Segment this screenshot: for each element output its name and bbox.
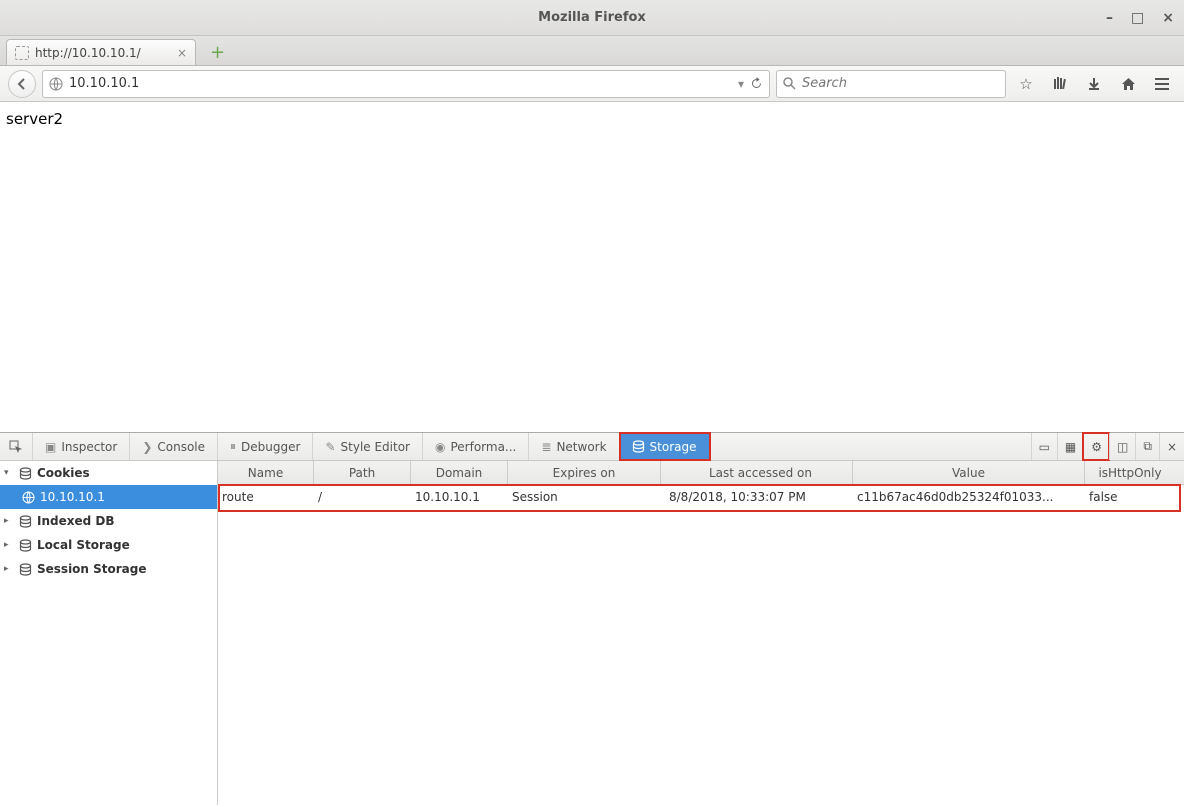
- col-last[interactable]: Last accessed on: [661, 461, 853, 484]
- tree-indexed-db[interactable]: ▸ Indexed DB: [0, 509, 217, 533]
- responsive-icon: ▭: [1039, 440, 1050, 454]
- library-button[interactable]: [1046, 70, 1074, 98]
- back-button[interactable]: [8, 70, 36, 98]
- devtools-tabs: ▣Inspector ❯Console ⏸Debugger ✎Style Edi…: [0, 433, 1184, 461]
- performance-icon: ◉: [435, 440, 445, 454]
- col-http[interactable]: isHttpOnly: [1085, 461, 1175, 484]
- dock-icon: ◫: [1117, 440, 1128, 454]
- cell-value: c11b67ac46d0db25324f01033...: [853, 485, 1085, 508]
- devtools-right-buttons: ▭ ▦ ⚙ ◫ ⧉ ×: [1031, 433, 1184, 460]
- database-icon: [19, 467, 32, 480]
- cell-domain: 10.10.10.1: [411, 485, 508, 508]
- devtools-panel: ▣Inspector ❯Console ⏸Debugger ✎Style Edi…: [0, 432, 1184, 805]
- popout-button[interactable]: ⧉: [1135, 433, 1159, 460]
- tree-session-storage[interactable]: ▸ Session Storage: [0, 557, 217, 581]
- bookmark-star-button[interactable]: ☆: [1012, 70, 1040, 98]
- tab-storage[interactable]: Storage: [620, 433, 710, 460]
- devtools-body: ▾ Cookies 10.10.10.1 ▸ Indexed DB ▸ Loca…: [0, 461, 1184, 805]
- favicon-icon: [15, 46, 29, 60]
- style-icon: ✎: [325, 440, 335, 454]
- search-input[interactable]: [802, 76, 999, 91]
- cell-name: route: [218, 485, 314, 508]
- tab-strip: http://10.10.10.1/ × +: [0, 36, 1184, 66]
- storage-table: Name Path Domain Expires on Last accesse…: [218, 461, 1184, 805]
- expand-icon: ▸: [4, 564, 14, 574]
- tree-cookies-host[interactable]: 10.10.10.1: [0, 485, 217, 509]
- close-window-button[interactable]: ×: [1162, 10, 1174, 26]
- cell-http: false: [1085, 485, 1175, 508]
- reload-button[interactable]: [750, 77, 763, 90]
- close-devtools-button[interactable]: ×: [1159, 433, 1184, 460]
- gear-icon: ⚙: [1091, 440, 1102, 454]
- globe-icon: [22, 491, 35, 504]
- inspector-icon: ▣: [45, 440, 56, 454]
- col-expires[interactable]: Expires on: [508, 461, 661, 484]
- chevron-down-icon[interactable]: ▾: [738, 77, 744, 91]
- tab-network[interactable]: ≣Network: [529, 433, 619, 460]
- database-icon: [19, 563, 32, 576]
- page-content: server2: [0, 102, 1184, 432]
- settings-button[interactable]: ⚙: [1083, 433, 1109, 460]
- cell-expires: Session: [508, 485, 661, 508]
- database-icon: [19, 539, 32, 552]
- cell-last: 8/8/2018, 10:33:07 PM: [661, 485, 853, 508]
- table-row[interactable]: route / 10.10.10.1 Session 8/8/2018, 10:…: [218, 485, 1184, 509]
- network-icon: ≣: [541, 440, 551, 454]
- storage-tree: ▾ Cookies 10.10.10.1 ▸ Indexed DB ▸ Loca…: [0, 461, 218, 805]
- url-bar[interactable]: 10.10.10.1 ▾: [42, 70, 770, 98]
- globe-icon: [49, 77, 63, 91]
- inspect-icon: [9, 440, 23, 454]
- tree-cookies[interactable]: ▾ Cookies: [0, 461, 217, 485]
- storage-icon: [632, 440, 645, 453]
- console-icon: ❯: [142, 440, 152, 454]
- col-path[interactable]: Path: [314, 461, 411, 484]
- url-text: 10.10.10.1: [69, 76, 732, 91]
- window-titlebar: Mozilla Firefox – □ ×: [0, 0, 1184, 36]
- arrow-left-icon: [16, 78, 28, 90]
- scratchpad-button[interactable]: ▦: [1057, 433, 1083, 460]
- search-icon: [783, 77, 796, 90]
- table-header: Name Path Domain Expires on Last accesse…: [218, 461, 1184, 485]
- minimize-button[interactable]: –: [1106, 10, 1113, 26]
- expand-icon: ▸: [4, 516, 14, 526]
- menu-button[interactable]: [1148, 70, 1176, 98]
- col-domain[interactable]: Domain: [411, 461, 508, 484]
- col-name[interactable]: Name: [218, 461, 314, 484]
- debugger-icon: ⏸: [230, 439, 236, 454]
- tree-local-storage[interactable]: ▸ Local Storage: [0, 533, 217, 557]
- tab-performance[interactable]: ◉Performa...: [423, 433, 529, 460]
- database-icon: [19, 515, 32, 528]
- window-title: Mozilla Firefox: [538, 10, 646, 25]
- expand-icon: ▸: [4, 540, 14, 550]
- tab-inspector[interactable]: ▣Inspector: [33, 433, 130, 460]
- col-value[interactable]: Value: [853, 461, 1085, 484]
- pick-element-button[interactable]: [0, 433, 33, 460]
- cell-path: /: [314, 485, 411, 508]
- tab-debugger[interactable]: ⏸Debugger: [218, 433, 313, 460]
- new-tab-button[interactable]: +: [204, 39, 231, 65]
- browser-tab[interactable]: http://10.10.10.1/ ×: [6, 39, 196, 65]
- page-body-text: server2: [6, 110, 63, 128]
- scratchpad-icon: ▦: [1065, 440, 1076, 454]
- maximize-button[interactable]: □: [1131, 10, 1144, 26]
- tab-style-editor[interactable]: ✎Style Editor: [313, 433, 423, 460]
- home-button[interactable]: [1114, 70, 1142, 98]
- search-bar[interactable]: [776, 70, 1006, 98]
- close-tab-button[interactable]: ×: [177, 46, 187, 60]
- dock-side-button[interactable]: ◫: [1109, 433, 1135, 460]
- downloads-button[interactable]: [1080, 70, 1108, 98]
- expand-icon: ▾: [4, 468, 14, 478]
- window-controls: – □ ×: [1106, 0, 1174, 36]
- responsive-mode-button[interactable]: ▭: [1031, 433, 1057, 460]
- popout-icon: ⧉: [1143, 439, 1152, 454]
- navigation-toolbar: 10.10.10.1 ▾ ☆: [0, 66, 1184, 102]
- tab-console[interactable]: ❯Console: [130, 433, 218, 460]
- close-icon: ×: [1167, 440, 1177, 454]
- tab-title: http://10.10.10.1/: [35, 46, 171, 60]
